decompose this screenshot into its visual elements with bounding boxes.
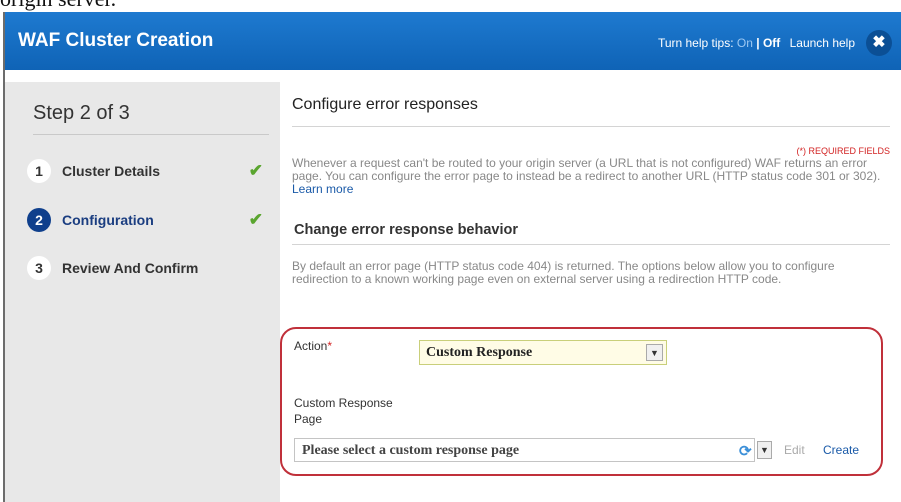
close-icon[interactable]: ✖ [866,30,892,56]
step-label: Review And Confirm [62,260,199,276]
action-label-text: Action [294,339,328,353]
help-tips-off[interactable]: Off [763,36,780,50]
edit-link: Edit [784,443,805,457]
window-title: WAF Cluster Creation [18,30,214,51]
checkmark-icon: ✔ [248,210,263,229]
step-review-and-confirm[interactable]: 3 Review And Confirm [27,256,271,284]
action-select[interactable]: Custom Response ▼ [419,340,667,365]
section-subheading: Change error response behavior [294,222,519,238]
description: Whenever a request can't be routed to yo… [292,157,882,196]
step-configuration[interactable]: 2 Configuration ✔ [27,208,271,236]
help-tips-separator: | [756,36,760,50]
create-link[interactable]: Create [823,443,859,457]
divider [292,244,890,245]
step-label: Configuration [62,212,154,228]
titlebar: WAF Cluster Creation Turn help tips: On … [5,12,901,70]
help-tips-on[interactable]: On [737,36,753,50]
action-label: Action* [294,339,332,353]
waf-cluster-creation-window: WAF Cluster Creation Turn help tips: On … [3,12,901,502]
description-text: Whenever a request can't be routed to yo… [292,156,881,183]
step-divider [33,134,269,135]
caption-fragment: origin server. [0,0,116,12]
required-marker: * [327,339,333,353]
page-title: Configure error responses [292,96,478,113]
learn-more-link[interactable]: Learn more [292,182,353,196]
chevron-down-icon[interactable]: ▼ [646,344,663,361]
step-number: 2 [27,208,51,232]
wizard-sidebar: Step 2 of 3 1 Cluster Details ✔ 2 Config… [5,82,280,502]
step-number: 1 [27,159,51,183]
custom-response-page-label: Custom Response Page [294,396,393,426]
help-tips-label: Turn help tips: [657,36,734,50]
refresh-icon[interactable]: ⟳ [739,442,752,460]
help-tips-toggle: Turn help tips: On | Off Launch help [658,36,855,50]
divider [292,126,890,127]
step-number: 3 [27,256,51,280]
step-title: Step 2 of 3 [33,102,130,124]
action-select-value: Custom Response [426,345,533,360]
custom-response-page-select[interactable]: Please select a custom response page [294,438,755,462]
step-label: Cluster Details [62,163,161,179]
checkmark-icon: ✔ [248,161,263,180]
required-fields-note: (*) REQUIRED FIELDS [796,146,890,156]
launch-help-link[interactable]: Launch help [790,36,855,50]
custom-response-page-placeholder: Please select a custom response page [302,443,520,458]
chevron-down-icon[interactable]: ▼ [757,441,772,459]
description-default-behavior: By default an error page (HTTP status co… [292,259,835,286]
step-cluster-details[interactable]: 1 Cluster Details ✔ [27,159,271,187]
